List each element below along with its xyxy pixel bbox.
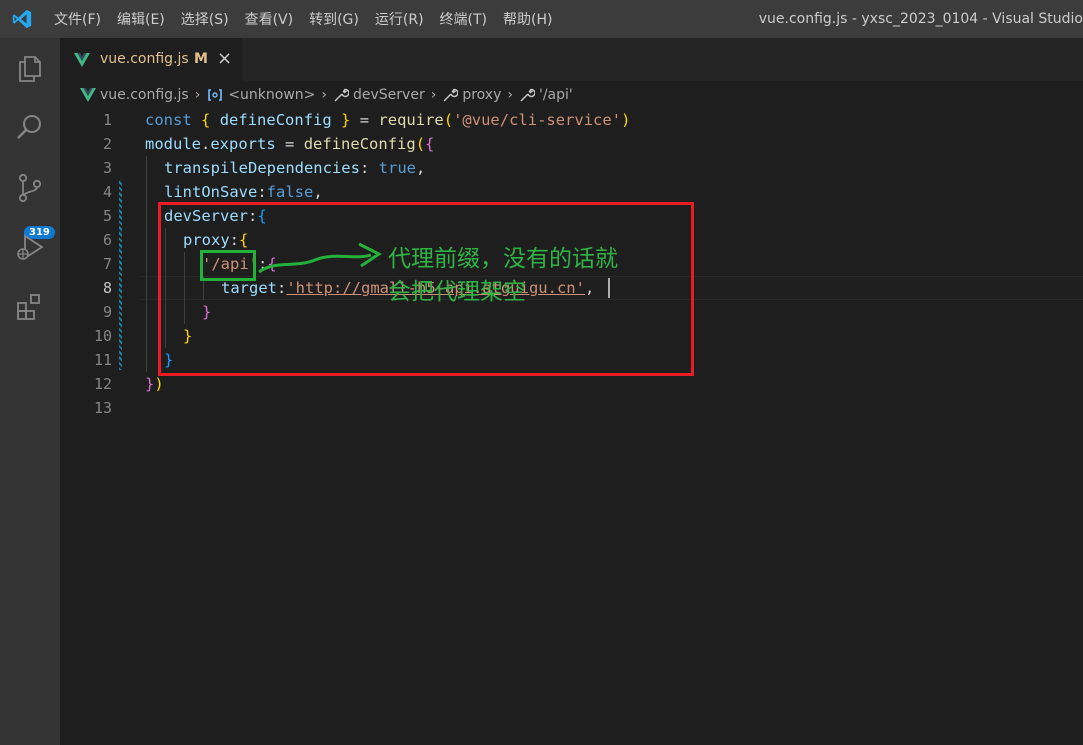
annotation-line-2: 会把代理架空 xyxy=(388,279,526,305)
code-line-3: transpileDependencies: true, xyxy=(164,159,426,177)
extensions-icon[interactable] xyxy=(14,291,46,323)
git-change-marker xyxy=(119,180,122,370)
line-number: 5 xyxy=(102,207,112,225)
menu-run[interactable]: 运行(R) xyxy=(367,9,432,29)
wrench-icon xyxy=(443,88,459,102)
chevron-right-icon: › xyxy=(507,87,513,103)
menu-file[interactable]: 文件(F) xyxy=(46,9,109,29)
menu-edit[interactable]: 编辑(E) xyxy=(109,9,173,29)
line-number: 10 xyxy=(93,327,112,345)
line-number: 6 xyxy=(102,231,112,249)
chevron-right-icon: › xyxy=(194,87,201,103)
line-number: 1 xyxy=(102,111,112,129)
menu-selection[interactable]: 选择(S) xyxy=(173,9,237,29)
line-number: 11 xyxy=(93,351,112,369)
tab-label: vue.config.js xyxy=(100,51,189,67)
menu-terminal[interactable]: 终端(T) xyxy=(432,9,495,29)
menu-help[interactable]: 帮助(H) xyxy=(495,9,560,29)
menu-bar: 文件(F) 编辑(E) 选择(S) 查看(V) 转到(G) 运行(R) 终端(T… xyxy=(46,0,560,38)
breadcrumb-unknown[interactable]: <unknown> xyxy=(228,87,315,103)
breadcrumb-proxy[interactable]: proxy xyxy=(462,87,501,103)
vue-file-icon xyxy=(80,88,96,102)
arrow-icon xyxy=(258,242,382,274)
line-number: 12 xyxy=(93,375,112,393)
chevron-right-icon: › xyxy=(430,87,437,103)
line-number: 13 xyxy=(93,399,112,417)
chevron-right-icon: › xyxy=(321,87,327,103)
activity-bar: 319 xyxy=(0,38,60,745)
line-number: 8 xyxy=(102,279,112,297)
line-number: 4 xyxy=(102,183,112,201)
wrench-icon xyxy=(520,88,535,102)
vscode-logo-icon xyxy=(12,9,32,29)
indent-guide xyxy=(146,156,147,372)
window-title: vue.config.js - yxsc_2023_0104 - Visual … xyxy=(758,11,1083,27)
editor-tabs: vue.config.js M × xyxy=(60,38,1083,81)
line-number: 7 xyxy=(102,255,112,273)
code-line-2: module.exports = defineConfig({ xyxy=(145,135,435,153)
breadcrumb-api[interactable]: '/api' xyxy=(539,87,573,103)
code-line-4: lintOnSave:false, xyxy=(164,183,323,201)
object-icon xyxy=(208,89,223,101)
wrench-icon xyxy=(334,88,349,102)
highlight-box-green xyxy=(200,250,256,281)
tab-modified-indicator: M xyxy=(194,51,208,67)
search-icon[interactable] xyxy=(14,111,46,143)
source-control-icon[interactable] xyxy=(14,172,46,204)
menu-go[interactable]: 转到(G) xyxy=(301,9,367,29)
annotation-line-1: 代理前缀，没有的话就 xyxy=(388,246,618,272)
run-debug-icon[interactable] xyxy=(14,231,46,263)
breadcrumb-file[interactable]: vue.config.js xyxy=(100,87,189,103)
explorer-icon[interactable] xyxy=(14,52,46,84)
title-bar: 文件(F) 编辑(E) 选择(S) 查看(V) 转到(G) 运行(R) 终端(T… xyxy=(0,0,1083,38)
menu-view[interactable]: 查看(V) xyxy=(237,9,302,29)
close-icon[interactable]: × xyxy=(217,48,232,69)
vue-file-icon xyxy=(74,53,90,67)
line-number: 9 xyxy=(102,303,112,321)
line-number: 2 xyxy=(102,135,112,153)
tab-vue-config[interactable]: vue.config.js M × xyxy=(60,38,242,81)
code-line-1: const { defineConfig } = require('@vue/c… xyxy=(145,111,631,129)
breadcrumb-devserver[interactable]: devServer xyxy=(353,87,425,103)
breadcrumb: vue.config.js › <unknown> › devServer › … xyxy=(80,84,573,106)
line-number: 3 xyxy=(102,159,112,177)
